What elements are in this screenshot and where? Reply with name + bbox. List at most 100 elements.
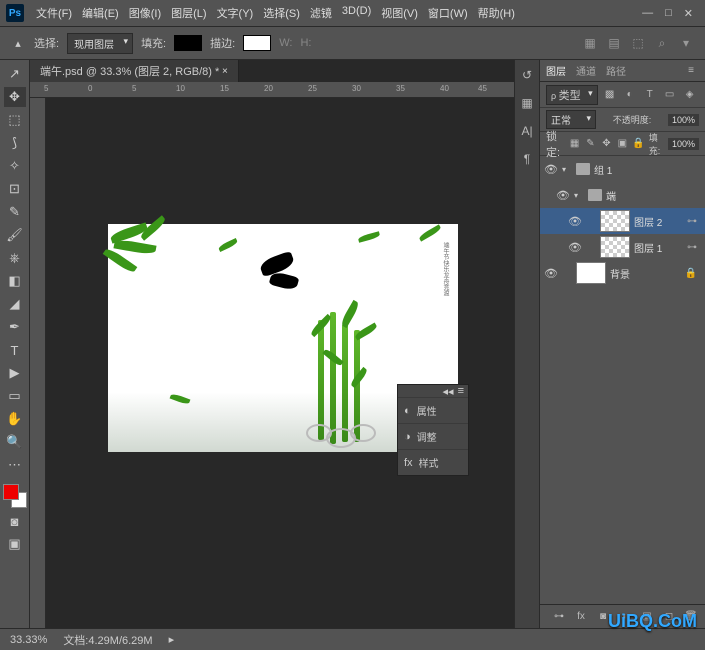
menu-type[interactable]: 文字(Y) [213, 3, 258, 23]
zoom-tool[interactable]: 🔍 [4, 432, 26, 452]
maximize-icon[interactable]: □ [665, 7, 672, 20]
menu-image[interactable]: 图像(I) [125, 3, 165, 23]
leaf [354, 322, 378, 340]
menu-layer[interactable]: 图层(L) [167, 3, 210, 23]
adjustments-item[interactable]: ◑调整 [398, 423, 468, 449]
lock-all-icon[interactable]: 🔒 [632, 136, 644, 152]
filter-kind[interactable]: ρ 类型 [546, 85, 598, 105]
layer-group[interactable]: 👁 ▾ 组 1 [540, 156, 705, 182]
cloud [350, 424, 376, 442]
magic-wand-tool[interactable]: ✧ [4, 156, 26, 176]
fill-label: 填充: [141, 35, 166, 51]
move-tool[interactable]: ✥ [4, 87, 26, 107]
tab-channels[interactable]: 通道 [576, 63, 596, 78]
layer-thumbnail [600, 236, 630, 258]
select-label: 选择: [34, 35, 59, 51]
filter-smart-icon[interactable]: ◈ [682, 87, 698, 103]
align-icon[interactable]: ▦ [581, 34, 599, 52]
lasso-tool[interactable]: ⟆ [4, 133, 26, 153]
visibility-icon[interactable]: 👁 [544, 163, 558, 176]
fx-icon[interactable]: fx [573, 609, 589, 625]
chevron-right-icon[interactable]: ▸ [169, 633, 175, 646]
link-icon: ⊶ [687, 216, 697, 227]
type-tool[interactable]: T [4, 340, 26, 360]
blend-mode[interactable]: 正常 [546, 110, 596, 129]
shape-tool[interactable]: ▭ [4, 386, 26, 406]
quickmask-tool[interactable]: ◙ [4, 511, 26, 531]
menu-view[interactable]: 视图(V) [377, 3, 422, 23]
collapse-icon[interactable]: ◂◂ [443, 385, 454, 397]
styles-item[interactable]: fx样式 [398, 449, 468, 475]
hand-tool[interactable]: ✋ [4, 409, 26, 429]
path-select-tool[interactable]: ▶ [4, 363, 26, 383]
paragraph-icon[interactable]: ¶ [518, 150, 536, 168]
link-layers-icon[interactable]: ⊶ [551, 609, 567, 625]
search-icon[interactable]: ⌕ [653, 34, 671, 52]
app-logo: Ps [6, 4, 24, 22]
close-icon[interactable]: ✕ [684, 7, 693, 20]
expand-icon[interactable]: ▾ [574, 191, 584, 200]
crop-tool[interactable]: ⊡ [4, 179, 26, 199]
opacity-value[interactable]: 100% [668, 114, 699, 126]
brush-tool[interactable]: 🖌 [4, 225, 26, 245]
menu-window[interactable]: 窗口(W) [424, 3, 472, 23]
filter-type-icon[interactable]: T [642, 87, 658, 103]
eyedropper-tool[interactable]: ✎ [4, 202, 26, 222]
doc-info[interactable]: 文档:4.29M/6.29M [63, 632, 152, 648]
properties-panel[interactable]: ◂◂ ≡ ◐属性 ◑调整 fx样式 [397, 384, 469, 476]
link-icon: ⊶ [687, 242, 697, 253]
pen-tool[interactable]: ✒ [4, 317, 26, 337]
move-tool-icon: ▴ [10, 35, 26, 51]
arrange-icon[interactable]: ▤ [605, 34, 623, 52]
layer-group[interactable]: 👁 ▾ 端 [540, 182, 705, 208]
workspace-icon[interactable]: ▾ [677, 34, 695, 52]
edit-toolbar[interactable]: ⋯ [4, 455, 26, 475]
menu-select[interactable]: 选择(S) [259, 3, 304, 23]
menu-filter[interactable]: 滤镜 [306, 3, 336, 23]
visibility-icon[interactable]: 👁 [556, 189, 570, 202]
gradient-tool[interactable]: ◢ [4, 294, 26, 314]
3d-mode-icon[interactable]: ⬚ [629, 34, 647, 52]
select-dropdown[interactable]: 现用图层 [67, 33, 133, 54]
stamp-tool[interactable]: ⎈ [4, 248, 26, 268]
filter-pixel-icon[interactable]: ▩ [602, 87, 618, 103]
minimize-icon[interactable]: — [642, 7, 653, 20]
visibility-icon[interactable]: 👁 [544, 267, 558, 280]
fill-opacity-value[interactable]: 100% [668, 138, 699, 150]
zoom-level[interactable]: 33.33% [10, 634, 47, 646]
expand-icon[interactable]: ▾ [562, 165, 572, 174]
layer-item[interactable]: 👁 图层 1 ⊶ [540, 234, 705, 260]
marquee-tool[interactable]: ⬚ [4, 110, 26, 130]
character-icon[interactable]: A| [518, 122, 536, 140]
visibility-icon[interactable]: 👁 [568, 215, 582, 228]
properties-item[interactable]: ◐属性 [398, 397, 468, 423]
fg-color[interactable] [3, 484, 19, 500]
fill-swatch[interactable] [174, 35, 202, 51]
tab-layers[interactable]: 图层 [546, 63, 566, 78]
menu-edit[interactable]: 编辑(E) [78, 3, 123, 23]
menu-file[interactable]: 文件(F) [32, 3, 76, 23]
tab-paths[interactable]: 路径 [606, 63, 626, 78]
filter-adjust-icon[interactable]: ◐ [622, 87, 638, 103]
lock-pixel-icon[interactable]: ✎ [585, 136, 597, 152]
layer-background[interactable]: 👁 背景 🔒 [540, 260, 705, 286]
filter-shape-icon[interactable]: ▭ [662, 87, 678, 103]
swatches-icon[interactable]: ▦ [518, 94, 536, 112]
artboard-tool[interactable]: ↗ [4, 64, 26, 84]
screenmode-tool[interactable]: ▣ [4, 534, 26, 554]
menu-3d[interactable]: 3D(D) [338, 3, 375, 23]
eraser-tool[interactable]: ◧ [4, 271, 26, 291]
lock-pos-icon[interactable]: ✥ [600, 136, 612, 152]
menu-help[interactable]: 帮助(H) [474, 3, 519, 23]
layer-item[interactable]: 👁 图层 2 ⊶ [540, 208, 705, 234]
visibility-icon[interactable]: 👁 [568, 241, 582, 254]
lock-trans-icon[interactable]: ▦ [569, 136, 581, 152]
lock-artb-icon[interactable]: ▣ [616, 136, 628, 152]
panel-menu-icon[interactable]: ≡ [683, 63, 699, 79]
stroke-swatch[interactable] [243, 35, 271, 51]
color-swatches[interactable] [3, 484, 27, 508]
document-tab[interactable]: 端午.psd @ 33.3% (图层 2, RGB/8) * × [30, 60, 239, 82]
panel-menu-icon[interactable]: ≡ [458, 385, 464, 397]
menu-bar: 文件(F) 编辑(E) 图像(I) 图层(L) 文字(Y) 选择(S) 滤镜 3… [32, 3, 519, 23]
history-icon[interactable]: ↺ [518, 66, 536, 84]
